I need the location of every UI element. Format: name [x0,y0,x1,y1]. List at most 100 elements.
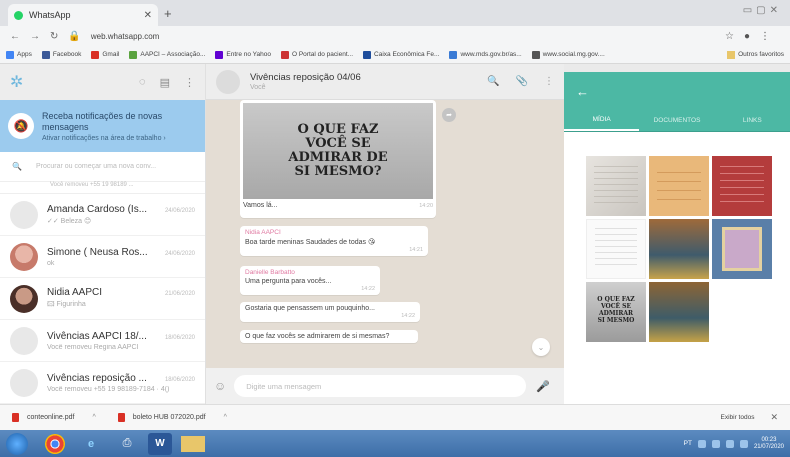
chevron-up-icon[interactable]: ^ [224,414,227,421]
avatar [10,284,38,313]
taskbar-explorer[interactable] [178,433,208,455]
menu-icon[interactable]: ⋮ [544,76,554,87]
chat-time: 24/06/2020 [164,208,195,214]
search-icon[interactable]: 🔍 [487,76,499,87]
media-thumbnail[interactable] [586,156,646,216]
navigation-icons[interactable]: ←→↻ [10,31,68,42]
chat-item-nidia[interactable]: Nidia AAPCI 21/06/2020 🖾 Figurinha [0,278,205,320]
chevron-up-icon[interactable]: ^ [92,414,95,421]
message-input[interactable] [234,375,527,397]
start-button[interactable] [6,432,28,455]
bookmark-social-mg[interactable]: www.social.mg.gov.... [531,50,605,59]
tab-media[interactable]: MÍDIA [564,110,640,131]
gmail-icon [91,50,100,59]
chat-preview: ✓✓ Beleza 😊 [47,218,92,225]
tab-close-icon[interactable]: ✕ [144,10,152,21]
message-bubble: O que faz vocês se admirarem de si mesma… [240,330,418,343]
tab-whatsapp[interactable]: WhatsApp ✕ [8,4,158,26]
download-item[interactable]: conteonline.pdf ^ [12,413,96,422]
message-text: Boa tarde meninas Saudades de todas 😘 [245,239,376,246]
system-tray: PT 00:23 21/07/2020 [684,437,784,451]
download-item[interactable]: boleto HUB 072020.pdf ^ [117,413,227,422]
conversation-header[interactable]: Vivências reposição 04/06 Você 🔍 📎 ⋮ [206,64,564,100]
star-and-account-icons[interactable]: ☆●⋮ [725,31,780,42]
taskbar-scanner[interactable]: ⎙ [112,433,142,455]
bookmark-other-favorites[interactable]: Outros favoritos [727,50,784,59]
tab-documents[interactable]: DOCUMENTOS [639,110,714,131]
taskbar-chrome[interactable] [40,433,70,455]
taskbar-internet-explorer[interactable]: e [76,433,106,455]
message-author: Danielle Barbatto [245,269,295,276]
chat-time: 18/06/2020 [164,376,195,383]
chat-time: 18/06/2020 [164,334,195,341]
message-text: Gostaria que pensassem um pouquinho... [245,305,375,312]
avatar [10,200,38,229]
apps-grid-icon [6,50,14,59]
chat-preview: Você removeu +55 19 98189-7184 · 4() [47,385,170,393]
chat-time: 21/06/2020 [164,290,195,297]
aapci-icon [129,50,138,59]
bookmark-apps[interactable]: Apps [6,50,32,59]
show-all-downloads-link[interactable]: Exibir todos [720,414,754,421]
chat-preview: Você removeu Regina AAPCI [47,343,139,351]
media-thumbnail[interactable] [649,156,709,216]
new-tab-button[interactable]: + [164,6,172,21]
bookmark-facebook[interactable]: Facebook [41,50,81,59]
taskbar-word[interactable]: W [148,432,172,455]
media-thumbnail[interactable]: O QUE FAZ VOCÊ SE ADMIRAR SI MESMO [586,282,646,342]
image-message[interactable]: O QUE FAZ VOCÊ SE ADMIRAR DE SI MESMO? V… [240,100,436,218]
profile-avatar-icon[interactable]: ✲ [10,72,23,92]
status-icon[interactable]: ◌ [139,76,146,89]
new-chat-icon[interactable]: ▤ [160,76,170,89]
tab-links[interactable]: LINKS [715,110,790,131]
message-list[interactable]: O QUE FAZ VOCÊ SE ADMIRAR DE SI MESMO? V… [206,100,564,368]
chat-item-amanda[interactable]: Amanda Cardoso (Is... 24/06/2020 ✓✓ Belez… [0,194,205,236]
media-thumbnail[interactable] [649,282,709,342]
menu-icon[interactable]: ⋮ [184,76,195,89]
chat-item-simone[interactable]: Simone ( Neusa Ros... 24/06/2020 ok [0,236,205,278]
folder-icon [727,50,736,59]
scroll-down-button[interactable]: ⌄ [532,338,550,356]
bookmark-caixa[interactable]: Caixa Econômica Fe... [363,50,439,59]
chat-item-vivencias-reposicao[interactable]: Vivências reposição ... 18/06/2020 Você r… [0,362,205,404]
notification-link[interactable]: Ativar notificações na área de trabalho … [42,135,197,142]
scanner-icon: ⎙ [122,437,132,449]
chrome-icon [45,433,65,454]
download-filename: conteonline.pdf [27,414,75,421]
volume-icon[interactable] [725,439,734,448]
chat-item-vivencias-18[interactable]: Vivências AAPCI 18/... 18/06/2020 Você re… [0,320,205,362]
search-input[interactable]: Procurar ou começar uma nova conv... [36,163,156,170]
window-controls-icon[interactable]: ▭▢✕ [743,5,782,16]
notification-title: Receba notificações de novas mensagens [42,110,163,132]
media-thumbnail[interactable] [586,219,646,279]
bookmark-portal-paciente[interactable]: O Portal do pacient... [280,50,353,59]
bookmark-yahoo[interactable]: Entre no Yahoo [215,50,271,59]
bookmark-mds[interactable]: www.mds.gov.br/as... [449,50,522,59]
close-icon[interactable]: ✕ [770,412,778,423]
attach-icon[interactable]: 📎 [516,76,528,87]
help-icon[interactable] [697,439,706,448]
network-icon[interactable] [711,439,720,448]
windows-taskbar: e ⎙ W PT 00:23 21/07/2020 [0,430,790,457]
battery-icon[interactable] [739,439,748,448]
back-arrow-icon[interactable]: ← [576,84,589,99]
forward-icon[interactable]: ➦ [442,108,456,122]
bell-off-icon: 🔕 [8,113,34,139]
url-field[interactable]: web.whatsapp.com [91,32,159,41]
message-photo[interactable]: O QUE FAZ VOCÊ SE ADMIRAR DE SI MESMO? [243,103,433,199]
media-thumbnail[interactable] [712,219,772,279]
language-indicator[interactable]: PT [684,440,692,447]
message-bubble: Danielle Barbatto Uma pergunta para você… [240,266,380,295]
chat-time: 24/06/2020 [164,250,195,257]
message-bubble: Nidia AAPCI Boa tarde meninas Saudades d… [240,226,428,256]
notification-banner[interactable]: 🔕 Receba notificações de novas mensagens… [0,100,205,152]
microphone-icon[interactable]: 🎤 [536,380,550,393]
bookmark-aapci[interactable]: AAPCI – Associação... [129,50,205,59]
avatar [10,368,38,397]
media-thumbnail[interactable] [649,219,709,279]
clock[interactable]: 00:23 21/07/2020 [754,437,784,451]
group-avatar[interactable] [216,69,240,94]
media-thumbnail[interactable] [712,156,772,216]
bookmark-gmail[interactable]: Gmail [91,50,119,59]
emoji-icon[interactable]: ☺ [214,379,226,393]
